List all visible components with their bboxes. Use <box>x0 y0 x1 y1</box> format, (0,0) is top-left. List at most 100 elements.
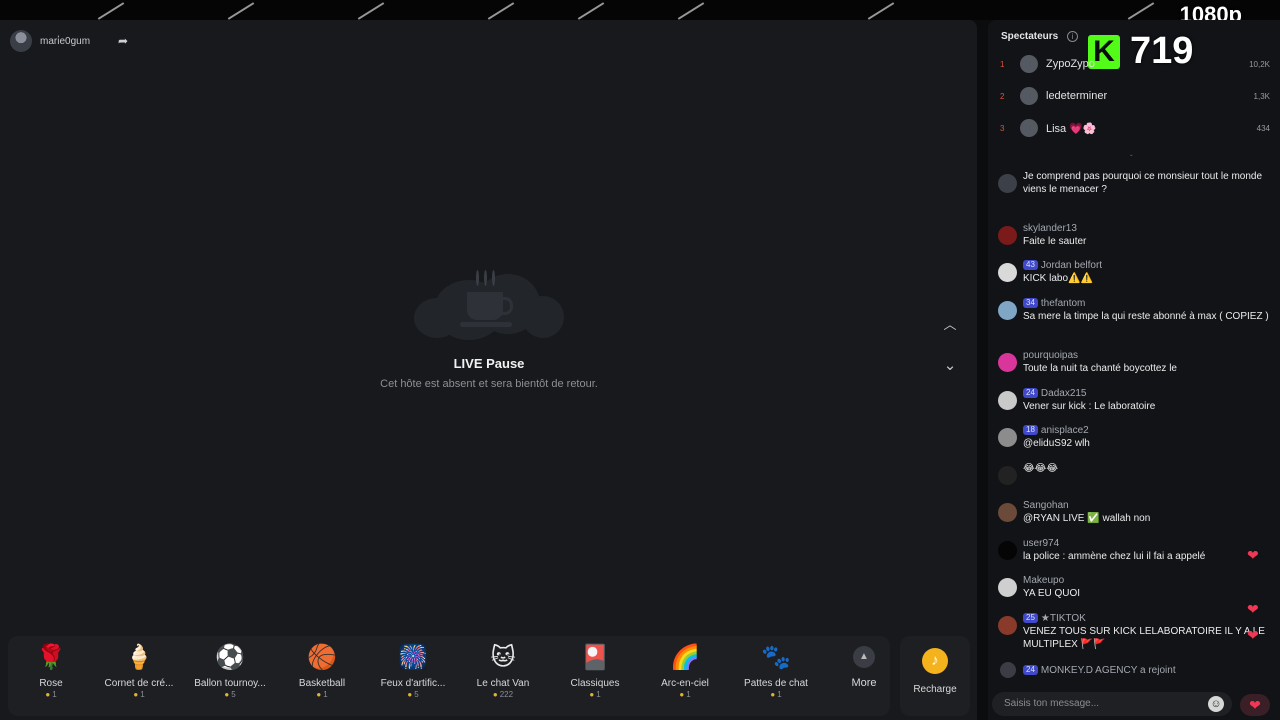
gift-item[interactable]: 🎆 Feux d'artific... 5 <box>370 642 456 699</box>
avatar[interactable] <box>998 263 1017 282</box>
chat-username[interactable]: Dadax215 <box>1041 388 1087 399</box>
viewer-rank: 2 <box>1000 91 1005 101</box>
viewer-rank: 1 <box>1000 59 1005 69</box>
floating-heart-icon: ❤ <box>1247 601 1259 617</box>
gift-item[interactable]: 🐱 Le chat Van 222 <box>460 642 546 699</box>
chat-sidebar: Spectateurs i K 719 1 ZypoZypo 10,2K 2 l… <box>988 20 1280 720</box>
gift-item[interactable]: ⚽ Ballon tournoy... 5 <box>187 642 273 699</box>
chat-text: la police : ammène chez lui il fai a app… <box>1023 551 1206 562</box>
decor-stripe <box>357 2 385 20</box>
avatar[interactable] <box>998 428 1017 447</box>
gift-price: 1 <box>96 690 182 699</box>
avatar[interactable] <box>998 226 1017 245</box>
avatar[interactable] <box>998 578 1017 597</box>
level-badge: 43 <box>1023 260 1038 271</box>
chat-message: Sangohan @RYAN LIVE ✅ wallah non <box>998 499 1274 525</box>
chevron-down-icon[interactable]: ⌄ <box>940 356 960 374</box>
gift-price: 5 <box>370 690 456 699</box>
rainbow-icon: 🌈 <box>670 644 700 671</box>
gift-price: 1 <box>552 690 638 699</box>
chat-message-input[interactable]: Saisis ton message... <box>992 692 1232 716</box>
chat-text: Vener sur kick : Le laboratoire <box>1023 401 1156 412</box>
gift-price: 5 <box>187 690 273 699</box>
avatar[interactable] <box>998 466 1017 485</box>
avatar[interactable] <box>998 391 1017 410</box>
gift-item[interactable]: 🐾 Pattes de chat 1 <box>733 642 819 699</box>
viewer-score: 434 <box>1256 123 1270 133</box>
gift-label: Arc-en-ciel <box>661 678 709 689</box>
chat-username[interactable]: Jordan belfort <box>1041 260 1102 271</box>
avatar[interactable] <box>998 503 1017 522</box>
heart-icon[interactable]: ❤ <box>1240 694 1270 716</box>
chat-username[interactable]: skylander13 <box>1023 223 1077 234</box>
chat-message: Je comprend pas pourquoi ce monsieur tou… <box>998 170 1274 196</box>
host-name[interactable]: mari̇e0gum <box>40 36 120 47</box>
gift-item[interactable]: 🌈 Arc-en-ciel 1 <box>642 642 728 699</box>
viewer-score: 10,2K <box>1249 59 1270 69</box>
live-pause-panel: LIVE Pause Cet hôte est absent et sera b… <box>364 260 614 390</box>
ice-cream-icon: 🍦 <box>124 644 154 671</box>
floating-heart-icon: ❤ <box>1247 627 1259 643</box>
chat-text: 😂😂😂 <box>1023 463 1059 474</box>
divider: ˇ <box>1130 154 1133 163</box>
avatar[interactable] <box>998 353 1017 372</box>
gift-label: Ballon tournoy... <box>194 678 266 689</box>
recharge-button[interactable]: ♪ Recharge <box>900 636 970 716</box>
avatar <box>1020 87 1038 105</box>
share-icon[interactable]: ➦ <box>118 34 134 48</box>
basketball-icon: 🏀 <box>307 644 337 671</box>
chat-message: pourquoipas Toute la nuit ta chanté boyc… <box>998 349 1274 375</box>
decor-stripe <box>487 2 515 20</box>
level-badge: 34 <box>1023 298 1038 309</box>
chat-text: Je comprend pas pourquoi ce monsieur tou… <box>1023 171 1263 195</box>
gift-label: Classiques <box>570 678 620 689</box>
gift-item[interactable]: 🎴 Classiques 1 <box>552 642 638 699</box>
avatar[interactable] <box>998 174 1017 193</box>
chat-username[interactable]: Makeupo <box>1023 575 1064 586</box>
level-badge: 24 <box>1023 388 1038 399</box>
avatar[interactable] <box>998 616 1017 635</box>
chat-username[interactable]: MONKEY.D AGENCY <box>1041 665 1137 676</box>
paw-icon: 🐾 <box>761 644 791 671</box>
top-viewer-row[interactable]: 2 ledeterminer 1,3K <box>1000 85 1270 107</box>
gift-price: 1 <box>733 690 819 699</box>
more-gifts-button[interactable]: ▲ More <box>844 646 884 689</box>
top-viewer-row[interactable]: 3 Lisa 💗🌸 434 <box>1000 117 1270 139</box>
chat-username[interactable]: thefantom <box>1041 298 1085 309</box>
chat-text: VENEZ TOUS SUR KICK LELABORATOIRE IL Y A… <box>1023 626 1265 650</box>
avatar[interactable] <box>998 541 1017 560</box>
gift-item[interactable]: 🏀 Basketball 1 <box>279 642 365 699</box>
chat-message: 😂😂😂 <box>998 462 1274 485</box>
info-icon[interactable]: i <box>1067 31 1079 42</box>
chat-text: @eliduS92 wlh <box>1023 438 1090 449</box>
join-icon <box>1000 662 1016 678</box>
viewer-name: ZypoZypo <box>1046 58 1095 70</box>
viewers-title: Spectateurs <box>1001 31 1059 42</box>
rose-icon: 🌹 <box>36 644 66 671</box>
gift-item[interactable]: 🍦 Cornet de cré... 1 <box>96 642 182 699</box>
chat-text: KICK labo⚠️⚠️ <box>1023 273 1093 284</box>
gift-bar: 🌹 Rose 1 🍦 Cornet de cré... 1 ⚽ Ballon t… <box>8 636 890 716</box>
viewers-header: Spectateurs i <box>1001 31 1079 42</box>
chat-username[interactable]: user974 <box>1023 538 1059 549</box>
chat-text: Sa mere la timpe la qui reste abonné à m… <box>1023 311 1269 322</box>
chat-username[interactable]: Sangohan <box>1023 500 1069 511</box>
chat-username[interactable]: anisplace2 <box>1041 425 1089 436</box>
host-info[interactable]: mari̇e0gum <box>10 30 120 52</box>
viewer-name: Lisa 💗🌸 <box>1046 122 1097 135</box>
chat-join-message: 24 MONKEY.D AGENCY a rejoint <box>998 662 1274 678</box>
chat-text: Faite le sauter <box>1023 236 1087 247</box>
card-icon: 🎴 <box>580 644 610 671</box>
gift-item[interactable]: 🌹 Rose 1 <box>8 642 94 699</box>
chat-username[interactable]: ★TIKTOK <box>1041 613 1086 624</box>
host-avatar[interactable] <box>10 30 32 52</box>
live-video-stage: mari̇e0gum ➦ LIVE Pause Cet hôte est abs… <box>0 20 977 720</box>
chat-username[interactable]: pourquoipas <box>1023 350 1078 361</box>
top-viewer-row[interactable]: 1 ZypoZypo 10,2K <box>1000 53 1270 75</box>
chat-message: Makeupo YA EU QUOI <box>998 574 1274 600</box>
avatar[interactable] <box>998 301 1017 320</box>
soccer-ball-icon: ⚽ <box>215 644 245 671</box>
chevron-up-icon[interactable]: ︿ <box>940 314 960 332</box>
avatar <box>1020 119 1038 137</box>
emoji-icon[interactable]: ☺ <box>1208 696 1224 712</box>
